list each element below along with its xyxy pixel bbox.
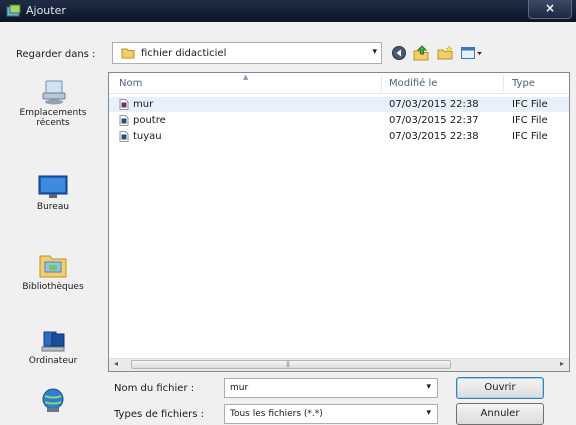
computer-icon <box>41 331 65 352</box>
back-icon[interactable] <box>390 45 408 61</box>
place-label: Bureau <box>36 202 70 212</box>
chevron-down-icon: ▾ <box>426 408 431 418</box>
place-network[interactable] <box>4 386 102 416</box>
title-bar: Ajouter × <box>0 0 576 22</box>
place-label: Ordinateur <box>28 356 78 366</box>
scrollbar-thumb[interactable]: ||| <box>131 360 451 369</box>
app-icon <box>6 4 21 17</box>
libraries-icon <box>39 255 67 278</box>
look-in-value: fichier didacticiel <box>141 48 227 59</box>
folder-icon <box>121 48 135 59</box>
file-icon <box>119 131 129 142</box>
look-in-dropdown[interactable]: fichier didacticiel ▾ <box>112 42 382 64</box>
column-header: ▲ Nom Modifié le Type <box>109 73 569 94</box>
chevron-down-icon: ▾ <box>372 47 377 57</box>
table-row[interactable]: poutre 07/03/2015 22:37 IFC File <box>109 113 569 128</box>
table-row[interactable]: mur 07/03/2015 22:38 IFC File <box>109 97 569 112</box>
view-menu-icon[interactable] <box>460 45 484 61</box>
file-name: poutre <box>133 115 166 126</box>
scroll-left-icon[interactable]: ◂ <box>114 359 118 368</box>
place-computer[interactable]: Ordinateur <box>4 328 102 366</box>
place-recent[interactable]: Emplacements récents <box>4 78 102 128</box>
file-name: mur <box>133 99 154 110</box>
file-modified: 07/03/2015 22:38 <box>389 131 479 142</box>
place-desktop[interactable]: Bureau <box>4 174 102 212</box>
filetype-label: Types de fichiers : <box>114 409 204 420</box>
network-icon <box>42 388 64 412</box>
up-folder-icon[interactable] <box>412 45 430 61</box>
scroll-right-icon[interactable]: ▸ <box>560 359 564 368</box>
sort-ascending-icon: ▲ <box>243 73 249 81</box>
scrollbar-grip: ||| <box>286 361 290 368</box>
filename-value: mur <box>230 383 249 393</box>
chevron-down-icon: ▾ <box>426 382 431 392</box>
filetype-select[interactable]: Tous les fichiers (*.*) ▾ <box>224 404 438 424</box>
recent-places-icon <box>42 80 66 105</box>
desktop-icon <box>38 175 68 198</box>
new-folder-icon[interactable] <box>436 45 454 61</box>
column-divider[interactable] <box>503 75 504 91</box>
open-button[interactable]: Ouvrir <box>456 377 544 399</box>
file-icon <box>119 99 129 110</box>
place-libraries[interactable]: Bibliothèques <box>4 250 102 292</box>
file-type: IFC File <box>512 131 548 142</box>
file-icon <box>119 115 129 126</box>
file-type: IFC File <box>512 99 548 110</box>
file-list[interactable]: ▲ Nom Modifié le Type mur 07/03/2015 22:… <box>108 72 570 372</box>
horizontal-scrollbar[interactable]: ◂ ||| ▸ <box>109 358 569 371</box>
table-row[interactable]: tuyau 07/03/2015 22:38 IFC File <box>109 129 569 144</box>
filetype-value: Tous les fichiers (*.*) <box>230 409 323 419</box>
place-label: Emplacements récents <box>19 108 87 128</box>
cancel-button[interactable]: Annuler <box>456 403 544 425</box>
file-type: IFC File <box>512 115 548 126</box>
close-button[interactable]: × <box>528 0 572 19</box>
window-title: Ajouter <box>26 4 66 17</box>
column-type[interactable]: Type <box>512 78 535 89</box>
file-modified: 07/03/2015 22:38 <box>389 99 479 110</box>
column-modified[interactable]: Modifié le <box>389 78 437 89</box>
column-divider[interactable] <box>381 75 382 91</box>
filename-label: Nom du fichier : <box>114 383 195 394</box>
places-bar: Emplacements récents Bureau Bibliothèque… <box>4 74 102 420</box>
look-in-label: Regarder dans : <box>16 49 96 60</box>
navigation-toolbar <box>390 42 500 64</box>
dialog-body: Regarder dans : fichier didacticiel ▾ Em… <box>0 22 576 425</box>
column-name[interactable]: Nom <box>119 78 142 89</box>
file-modified: 07/03/2015 22:37 <box>389 115 479 126</box>
filename-input[interactable]: mur ▾ <box>224 378 438 398</box>
file-name: tuyau <box>133 131 162 142</box>
place-label: Bibliothèques <box>22 282 84 292</box>
